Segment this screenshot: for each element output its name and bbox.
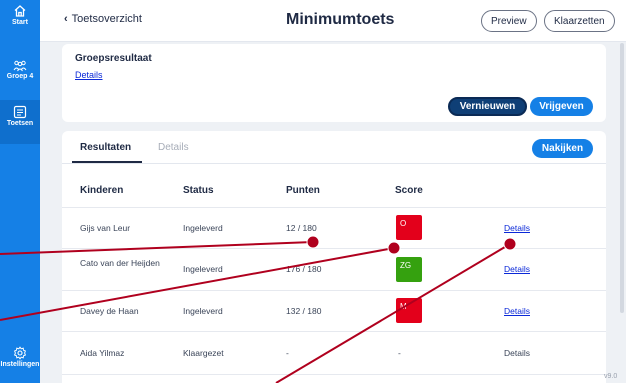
tests-icon [0,105,40,119]
sidebar: Start Groep 4 Toetsen Instellingen [0,0,40,383]
column-header-status: Status [183,185,214,196]
klaarzetten-button[interactable]: Klaarzetten [544,10,615,32]
version-label: v9.0 [604,373,618,380]
group-details-link[interactable]: Details [75,70,103,80]
sidebar-item-start[interactable]: Start [0,4,40,42]
sidebar-item-label: Toetsen [6,120,34,127]
child-name: Davey de Haan [80,306,139,316]
sidebar-item-groep[interactable]: Groep 4 [0,60,40,90]
home-icon [0,4,40,18]
row-details-link[interactable]: Details [504,223,530,233]
column-header-kinderen: Kinderen [80,185,124,196]
nakijken-button[interactable]: Nakijken [532,139,593,158]
tab-resultaten[interactable]: Resultaten [80,142,131,153]
status-cell: Klaargezet [183,348,224,358]
points-cell: 176 / 180 [286,264,322,274]
tab-details[interactable]: Details [158,142,189,153]
row-divider [62,207,606,208]
back-label: Toetsoverzicht [71,13,142,25]
score-badge: O [396,215,422,240]
row-details-link[interactable]: Details [504,306,530,316]
row-details-text[interactable]: Details [504,348,530,358]
points-cell: 132 / 180 [286,306,322,316]
sidebar-item-toetsen[interactable]: Toetsen [0,100,40,144]
tab-divider [62,163,606,164]
score-cell: - [398,348,401,358]
points-cell: - [286,348,289,358]
page-title: Minimumtoets [286,11,395,28]
gear-icon [0,346,40,360]
sidebar-item-instellingen[interactable]: Instellingen [0,346,40,382]
status-cell: Ingeleverd [183,264,223,274]
chevron-left-icon: ‹ [64,13,68,25]
group-result-heading: Groepsresultaat [75,53,152,64]
score-badge: M [396,298,422,323]
row-details-link[interactable]: Details [504,264,530,274]
group-icon [0,60,40,72]
sidebar-item-label: Groep 4 [6,73,34,80]
top-bar: ‹ Toetsoverzicht Minimumtoets Preview Kla… [40,0,626,42]
status-cell: Ingeleverd [183,223,223,233]
preview-button[interactable]: Preview [481,10,537,32]
results-card: Resultaten Details Nakijken Kinderen Sta… [62,131,606,383]
child-name: Aida Yilmaz [80,348,125,358]
row-divider [62,331,606,332]
status-cell: Ingeleverd [183,306,223,316]
vrijgeven-button[interactable]: Vrijgeven [530,97,593,116]
sidebar-item-label: Start [12,19,28,26]
vernieuwen-button[interactable]: Vernieuwen [448,97,527,116]
sidebar-item-label: Instellingen [0,361,40,368]
score-badge: ZG [396,257,422,282]
scrollbar[interactable] [620,43,624,313]
child-name: Cato van der Heijden [80,258,160,268]
row-divider [62,248,606,249]
column-header-score: Score [395,185,423,196]
back-link[interactable]: ‹ Toetsoverzicht [64,13,142,25]
points-cell: 12 / 180 [286,223,317,233]
row-divider [62,374,606,375]
group-result-card: Groepsresultaat Details Vernieuwen Vrijg… [62,44,606,122]
child-name: Gijs van Leur [80,223,131,233]
column-header-punten: Punten [286,185,320,196]
row-divider [62,290,606,291]
